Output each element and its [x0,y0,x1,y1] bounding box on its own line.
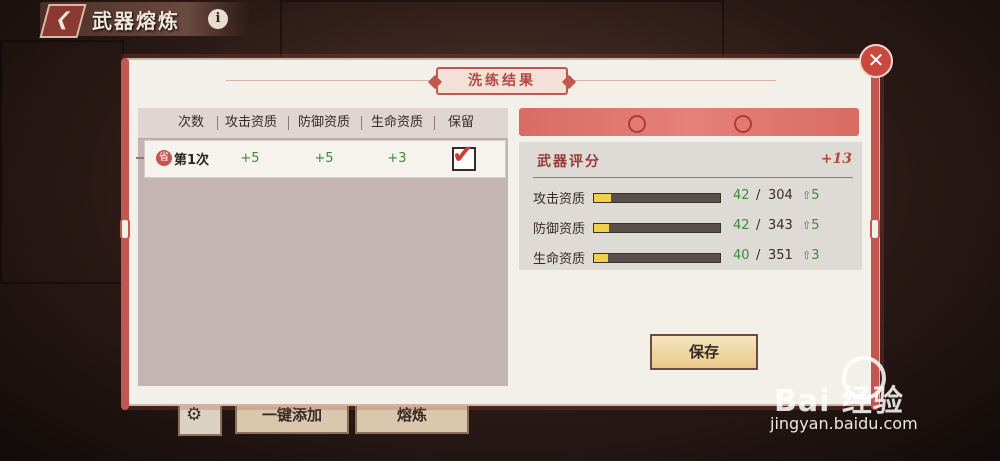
row-life-value: +3 [387,151,407,166]
stat-current-value: 40 [733,248,750,263]
weapon-score-value: +13 [820,151,852,167]
stat-bar-fill [594,194,612,202]
stat-gain-value: 5 [811,188,820,203]
row-count-label: 第1次 [174,153,210,168]
background-panel [0,40,124,284]
swirl-icon [628,115,646,133]
stat-gain: ⇧5 [802,188,820,203]
up-arrow-icon: ⇧ [802,219,812,232]
dialog-title: 洗练结果 [436,67,568,95]
stat-bar-fill [594,224,610,232]
background-frame [280,0,724,64]
close-button[interactable]: ✕ [859,44,893,78]
stat-gain-value: 3 [811,248,820,263]
stat-max-value: 351 [768,248,793,263]
stat-bar [593,193,721,203]
right-banner [519,108,859,136]
column-header-life: 生命资质 [370,115,423,130]
row-attack-value: +5 [240,151,260,166]
stat-slash: / [756,218,761,233]
swirl-icon [734,115,752,133]
watermark-url: jingyan.baidu.com [770,414,918,433]
info-icon[interactable]: i [208,9,228,29]
save-button[interactable]: 保存 [650,334,758,370]
back-arrow-icon: ❮ [53,9,74,30]
page-title: 武器熔炼 [92,9,180,33]
stat-bar-fill [594,254,609,262]
stat-name: 防御资质 [533,222,586,237]
stat-name: 攻击资质 [533,192,586,207]
column-separator [361,116,362,130]
stat-gain: ⇧3 [802,248,820,263]
stat-current-value: 42 [733,188,750,203]
checkmark-icon: ✔ [452,140,474,170]
stat-max-value: 304 [768,188,793,203]
column-separator [434,116,435,130]
weapon-score-label: 武器评分 [537,154,601,170]
column-header-defense: 防御资质 [297,115,350,130]
column-header-keep: 保留 [447,115,474,130]
gear-icon: ⚙ [186,404,203,425]
up-arrow-icon: ⇧ [802,189,812,202]
up-arrow-icon: ⇧ [802,249,812,262]
stat-slash: / [756,248,761,263]
column-header-attack: 攻击资质 [224,115,277,130]
column-separator [288,116,289,130]
rail-knob-left [120,218,130,240]
save-badge-icon: 省 [156,150,172,166]
row-defense-value: +5 [314,151,334,166]
stat-slash: / [756,188,761,203]
stat-bar [593,223,721,233]
column-separator [217,116,218,130]
stat-max-value: 343 [768,218,793,233]
close-icon: ✕ [867,48,885,72]
stat-gain: ⇧5 [802,218,820,233]
stat-current-value: 42 [733,218,750,233]
score-divider [533,177,853,178]
column-header-count: 次数 [177,115,204,130]
stat-bar [593,253,721,263]
stat-gain-value: 5 [811,218,820,233]
rail-knob-right [870,218,880,240]
stat-name: 生命资质 [533,252,586,267]
